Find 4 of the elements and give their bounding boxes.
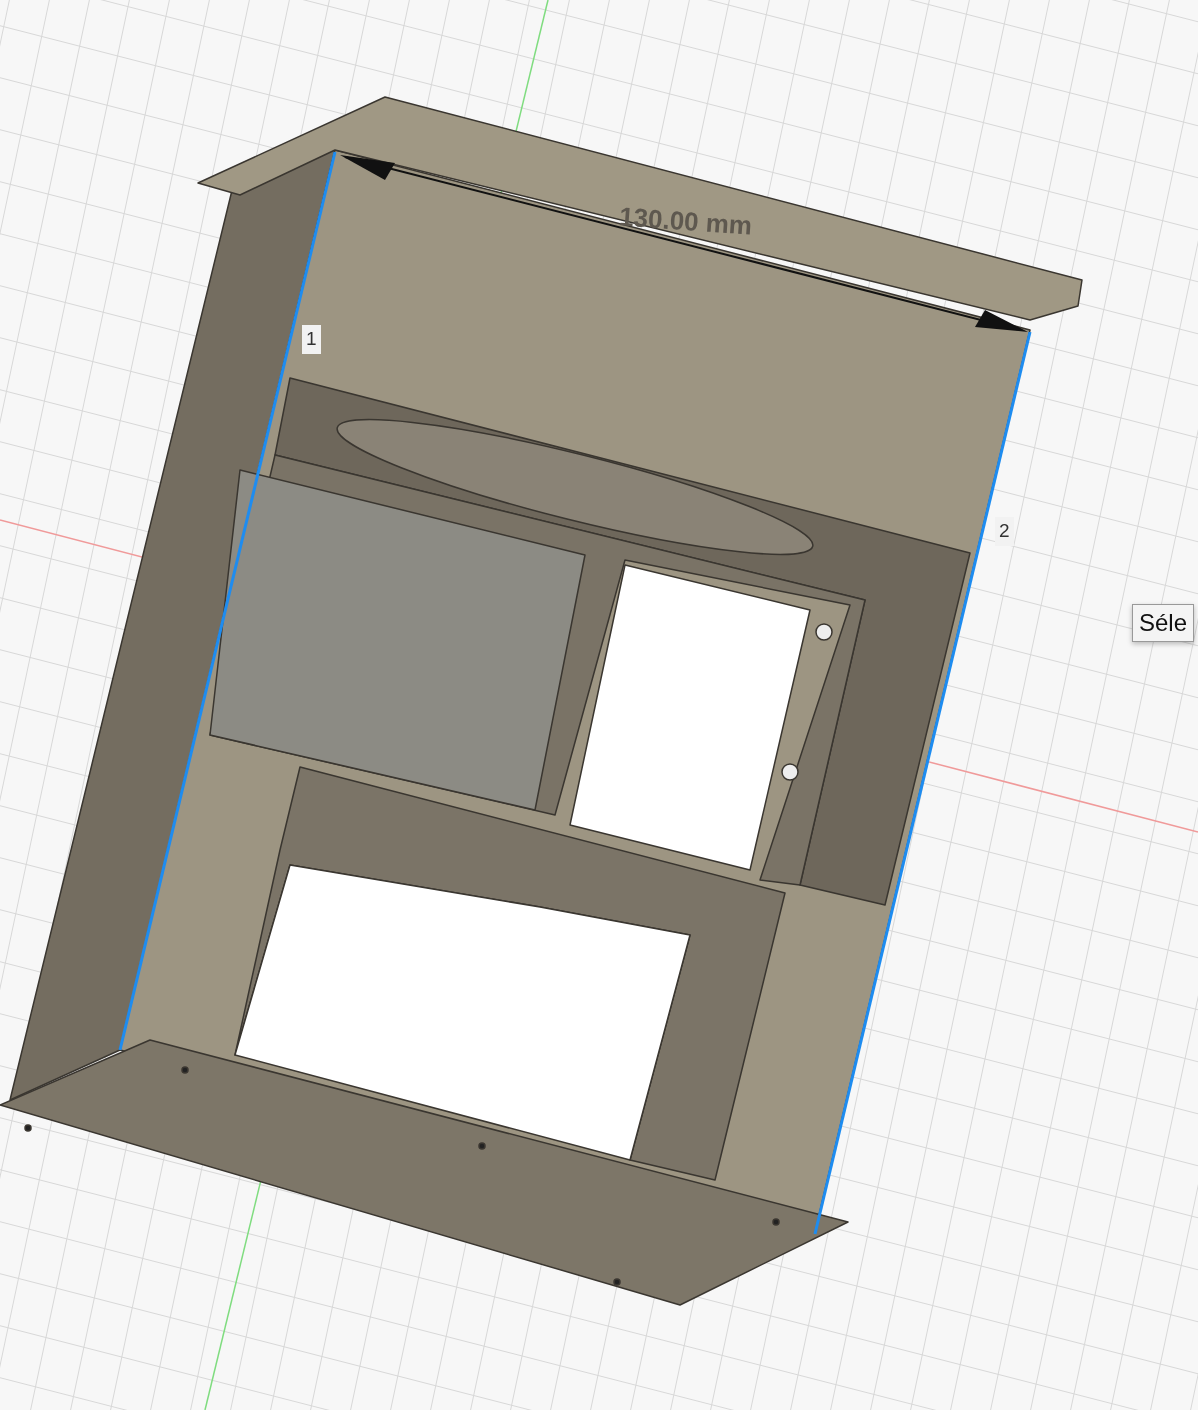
- dimension-value: 130.00 mm: [618, 201, 753, 241]
- edge-label: 2: [995, 517, 1014, 546]
- edge-label: 1: [302, 325, 321, 354]
- tooltip: Séle: [1131, 604, 1194, 642]
